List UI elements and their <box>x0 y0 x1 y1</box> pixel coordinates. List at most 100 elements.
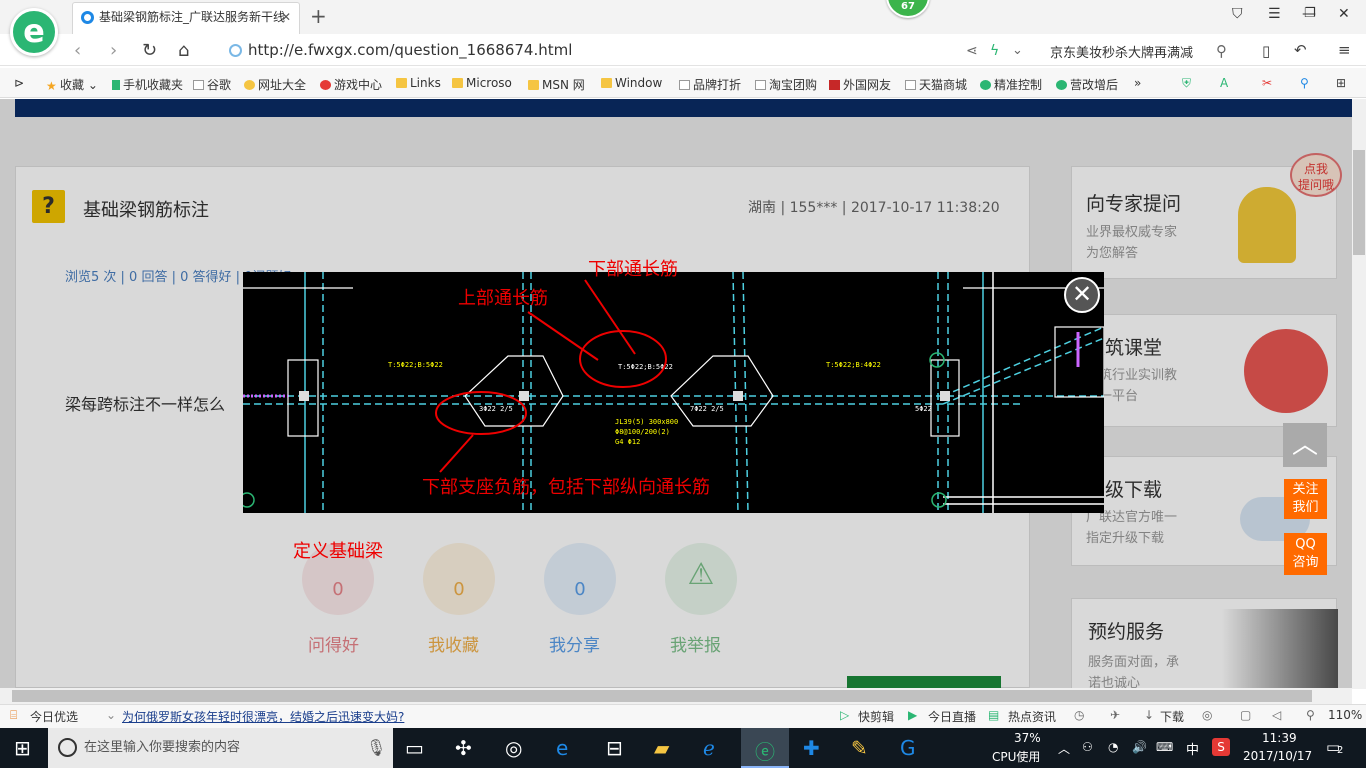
phone-icon[interactable]: ▯ <box>1262 42 1270 60</box>
bookmark-item[interactable]: 手机收藏夹 <box>112 76 183 93</box>
zoom-icon[interactable]: ⚲ <box>1306 708 1315 722</box>
bookmark-item[interactable]: 网址大全 <box>244 76 306 93</box>
forward-icon[interactable]: › <box>110 40 117 61</box>
clock-time[interactable]: 11:39 <box>1262 731 1297 745</box>
browser-360-icon[interactable]: ⓔ <box>755 736 775 765</box>
url-input[interactable]: http://e.fwxgx.com/question_1668674.html <box>248 41 572 59</box>
bookmark-item[interactable]: 淘宝团购 <box>755 76 817 93</box>
cad-label: 5Φ22 <box>915 405 932 413</box>
bookmark-item[interactable]: MSN 网 <box>528 76 585 93</box>
more-menu-icon[interactable]: ≡ <box>1338 41 1351 59</box>
shield-icon[interactable]: ⛨ <box>1182 76 1191 91</box>
tab-title: 基础梁钢筋标注_广联达服务新干线 <box>99 10 286 24</box>
news-icon: ▤ <box>988 708 1000 722</box>
annotation-support-neg: 下部支座负筋，包括下部纵向通长筋 <box>422 477 710 498</box>
edge-icon[interactable]: e <box>556 736 568 760</box>
windows-start-icon[interactable]: ⊞ <box>14 736 31 760</box>
new-tab-button[interactable]: + <box>310 4 327 28</box>
pin-icon[interactable]: ✈ <box>1110 708 1120 722</box>
bookmark-item[interactable]: ★ 收藏 ⌄ <box>46 76 98 93</box>
clock-date[interactable]: 2017/10/17 <box>1243 749 1312 763</box>
qq-consult-button[interactable]: QQ 咨询 <box>1284 533 1327 575</box>
search-icon[interactable]: ⚲ <box>1216 42 1227 60</box>
ime-indicator[interactable]: 中 <box>1186 739 1199 758</box>
cross-app-icon[interactable]: ✚ <box>803 736 820 760</box>
news-today[interactable]: 今日优选 <box>30 708 78 725</box>
cpu-usage: 37% <box>1014 731 1041 745</box>
restore-button[interactable]: ❐ <box>1304 6 1316 21</box>
more-bookmarks-icon[interactable]: » <box>1134 76 1141 90</box>
news-headline-link[interactable]: 为何俄罗斯女孩年轻时很漂亮，结婚之后迅速变大妈? <box>122 708 404 725</box>
fullscreen-icon[interactable]: ◎ <box>1202 708 1212 722</box>
lightning-icon[interactable]: ϟ <box>990 43 999 59</box>
tray-expand-icon[interactable]: ︿ <box>1058 740 1070 757</box>
browser-logo-icon[interactable]: e <box>10 8 58 56</box>
bookmark-item[interactable]: 营改增后 <box>1056 76 1118 93</box>
bookmark-item[interactable]: 谷歌 <box>193 76 231 93</box>
bookmark-item[interactable]: Microso <box>452 76 512 90</box>
apps-icon[interactable]: ⊞ <box>1336 76 1346 90</box>
home-icon[interactable]: ⌂ <box>178 40 189 61</box>
volume-icon[interactable]: 🔊 <box>1132 740 1147 754</box>
bookmark-item[interactable]: 天猫商城 <box>905 76 967 93</box>
status-item[interactable]: 今日直播 <box>928 708 976 725</box>
search-input[interactable]: 京东美妆秒杀大牌再满减 <box>1050 42 1193 61</box>
live-icon: ▶ <box>908 708 918 722</box>
zoom-level[interactable]: 110% <box>1328 708 1362 722</box>
close-modal-button[interactable]: ✕ <box>1064 277 1100 313</box>
tab-active[interactable]: 基础梁钢筋标注_广联达服务新干线 ✕ <box>72 2 300 34</box>
horizontal-scroll-thumb[interactable] <box>12 690 1312 702</box>
tab-close-icon[interactable]: ✕ <box>281 3 291 31</box>
spiral-app-icon[interactable]: ◎ <box>505 736 522 760</box>
follow-us-button[interactable]: 关注 我们 <box>1284 479 1327 519</box>
bookmark-item[interactable]: 精准控制 <box>980 76 1042 93</box>
shirt-icon[interactable]: ⛉ <box>1232 6 1243 22</box>
refresh-icon[interactable]: ↻ <box>142 40 157 61</box>
window-icon[interactable]: ▢ <box>1240 708 1251 722</box>
store-icon[interactable]: ⊟ <box>606 736 623 760</box>
back-icon[interactable]: ‹ <box>74 40 81 61</box>
glodon-app-icon[interactable]: G <box>900 736 916 760</box>
sogou-icon[interactable]: S <box>1212 738 1230 756</box>
speed-icon[interactable]: ◷ <box>1074 708 1084 722</box>
microphone-icon[interactable]: 🎙 <box>366 738 386 757</box>
back-to-top-button[interactable]: ︿ <box>1283 423 1327 467</box>
cad-label: G4 Φ12 <box>615 438 640 446</box>
fan-app-icon[interactable]: ✣ <box>455 736 472 760</box>
scissors-icon[interactable]: ✂ <box>1262 76 1272 90</box>
bookmark-item[interactable]: 品牌打折 <box>679 76 741 93</box>
cad-label: T:5Φ22;B:5Φ22 <box>388 361 443 369</box>
status-item[interactable]: 下载 <box>1160 708 1184 725</box>
bookmark-item[interactable]: Links <box>396 76 441 90</box>
bookmark-item[interactable]: 外国网友 <box>829 76 891 93</box>
sidebar-toggle-icon[interactable]: ⊳ <box>14 76 24 90</box>
file-explorer-icon[interactable]: ▰ <box>654 736 669 760</box>
task-view-icon[interactable]: ▭ <box>405 736 424 760</box>
wifi-icon[interactable]: ◔ <box>1108 740 1118 754</box>
cad-label: Φ8@100/200(2) <box>615 428 670 436</box>
bookmark-item[interactable]: 游戏中心 <box>320 76 382 93</box>
keyboard-icon[interactable]: ⌨ <box>1156 740 1173 754</box>
vertical-scroll-thumb[interactable] <box>1353 150 1365 255</box>
translate-icon[interactable]: A <box>1220 76 1228 90</box>
people-icon[interactable]: ⚇ <box>1082 740 1093 754</box>
gift-icon: ⌸ <box>10 708 18 722</box>
menu-icon[interactable]: ☰ <box>1268 6 1281 22</box>
cad-label: T:5Φ22;B:4Φ22 <box>826 361 881 369</box>
cortana-icon <box>58 738 77 757</box>
status-item[interactable]: 快剪辑 <box>858 708 894 725</box>
chevron-down-icon[interactable]: ⌄ <box>1012 43 1023 58</box>
magnifier-icon[interactable]: ⚲ <box>1300 76 1309 90</box>
close-window-button[interactable]: ✕ <box>1338 6 1350 22</box>
mute-icon[interactable]: ◁ <box>1272 708 1281 722</box>
status-item[interactable]: 热点资讯 <box>1008 708 1056 725</box>
share-icon[interactable]: ⋖ <box>966 43 978 59</box>
cad-label: 7Φ22 2/5 <box>690 405 724 413</box>
chevron-down-icon[interactable]: ⌄ <box>106 708 116 722</box>
bookmark-item[interactable]: Window <box>601 76 662 90</box>
notes-app-icon[interactable]: ✎ <box>851 736 868 760</box>
undo-icon[interactable]: ↶ <box>1294 41 1307 59</box>
ie-icon[interactable]: ℯ <box>703 736 715 760</box>
cad-label: 3Φ22 2/5 <box>479 405 513 413</box>
taskbar-search-input[interactable]: 在这里输入你要搜索的内容 <box>48 728 393 768</box>
